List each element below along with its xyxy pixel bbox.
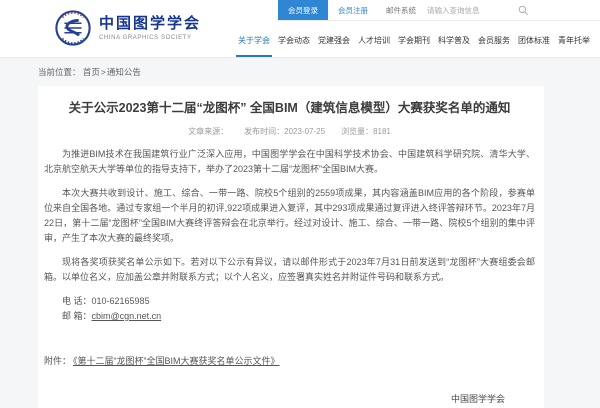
breadcrumb-home-link[interactable]: 首页 — [83, 67, 100, 77]
article-paragraph-1: 为推进BIM技术在我国建筑行业广泛深入应用，中国图学学会在中国科学技术协会、中国… — [44, 147, 535, 177]
meta-publish-date: 发布时间：2023-07-25 — [244, 126, 325, 137]
phone-number: 010-62165985 — [92, 296, 150, 306]
meta-views: 浏览量：8181 — [341, 126, 391, 137]
breadcrumb-label: 当前位置： — [38, 67, 81, 77]
article-paragraph-3: 现将各奖项获奖名单公示如下。若对以下公示有异议，请以邮件形式于2023年7月31… — [44, 255, 535, 285]
breadcrumb-separator: > — [101, 67, 106, 77]
nav-journals[interactable]: 学会期刊 — [396, 35, 432, 57]
nav-about-society[interactable]: 关于学会 — [236, 35, 272, 57]
search-icon[interactable] — [518, 5, 529, 16]
article-title: 关于公示2023第十二届“龙图杯” 全国BIM（建筑信息模型）大赛获奖名单的通知 — [44, 100, 535, 116]
logo-title: 中国图学学会 — [99, 15, 201, 33]
nav-member-services[interactable]: 会员服务 — [476, 35, 512, 57]
logo-subtitle: CHINA GRAPHICS SOCIETY — [99, 35, 201, 41]
search-input[interactable]: 请输入查询信息 — [427, 5, 518, 16]
search-box[interactable]: 请输入查询信息 — [427, 0, 533, 20]
article-meta: 文章来源： 发布时间：2023-07-25 浏览量：8181 — [44, 126, 535, 137]
nav-society-news[interactable]: 学会动态 — [276, 35, 312, 57]
breadcrumb: 当前位置： 首页>通知公告 — [38, 58, 141, 86]
attachment-label: 附件： — [44, 356, 71, 366]
meta-views-label: 浏览量： — [341, 127, 373, 136]
nav-talent-training[interactable]: 人才培训 — [356, 35, 392, 57]
site-header: 中国图学学会 CHINA GRAPHICS SOCIETY 会员登录 会员注册 … — [0, 0, 600, 58]
nav-youth-support[interactable]: 青年托举 — [556, 35, 592, 57]
meta-date-value: 2023-07-25 — [284, 127, 325, 136]
meta-views-value: 8181 — [373, 127, 391, 136]
nav-party-building[interactable]: 党建强会 — [316, 35, 352, 57]
nav-science-popularization[interactable]: 科学普及 — [436, 35, 472, 57]
attachment-link[interactable]: 《第十二届“龙图杯”全国BIM大赛获奖名单公示文件》 — [73, 356, 280, 366]
logo-text: 中国图学学会 CHINA GRAPHICS SOCIETY — [99, 15, 201, 41]
utility-bar: 会员登录 会员注册 邮件系统 请输入查询信息 — [278, 0, 600, 21]
society-emblem-icon — [54, 9, 92, 47]
signoff-organization: 中国图学学会 — [44, 389, 505, 408]
phone-label: 电 话： — [62, 296, 92, 306]
contact-email-row: 邮 箱：cbim@cgn.net.cn — [44, 309, 535, 324]
contact-phone-row: 电 话：010-62165985 — [44, 294, 535, 309]
site-logo[interactable]: 中国图学学会 CHINA GRAPHICS SOCIETY — [54, 9, 201, 47]
member-register-link[interactable]: 会员注册 — [328, 0, 378, 20]
email-link[interactable]: cbim@cgn.net.cn — [92, 311, 162, 321]
mail-system-link[interactable]: 邮件系统 — [378, 0, 424, 20]
article-paragraph-2: 本次大赛共收到设计、施工、综合、一带一路、院校5个组别的2559项成果，其内容涵… — [44, 186, 535, 246]
email-label: 邮 箱： — [62, 311, 92, 321]
main-nav: 关于学会 学会动态 党建强会 人才培训 学会期刊 科学普及 会员服务 团体标准 … — [236, 35, 592, 57]
article-card: 关于公示2023第十二届“龙图杯” 全国BIM（建筑信息模型）大赛获奖名单的通知… — [38, 86, 544, 408]
signoff: 中国图学学会 2023年7月25日 — [44, 389, 535, 408]
meta-date-label: 发布时间： — [244, 127, 284, 136]
meta-source-label: 文章来源： — [188, 126, 228, 137]
breadcrumb-current-link[interactable]: 通知公告 — [107, 67, 141, 77]
member-login-button[interactable]: 会员登录 — [278, 0, 328, 20]
attachment-row: 附件：《第十二届“龙图杯”全国BIM大赛获奖名单公示文件》 — [44, 354, 535, 369]
nav-group-standards[interactable]: 团体标准 — [516, 35, 552, 57]
